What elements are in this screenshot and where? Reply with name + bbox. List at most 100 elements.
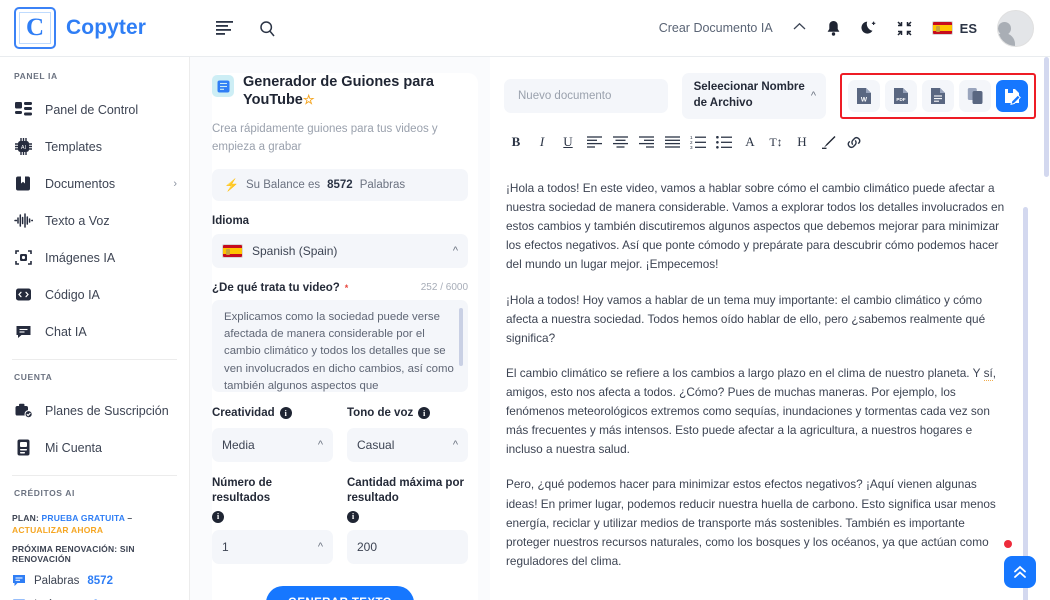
italic-button[interactable]: I <box>530 131 554 153</box>
sidebar-item-label: Código IA <box>45 287 100 302</box>
export-pdf-button[interactable]: PDF <box>885 80 917 112</box>
align-center-button[interactable] <box>608 131 632 153</box>
bold-button[interactable]: B <box>504 131 528 153</box>
language-switcher[interactable]: ES <box>931 21 977 36</box>
save-document-button[interactable] <box>996 80 1028 112</box>
document-name-input[interactable]: Nuevo documento <box>504 79 668 113</box>
credit-name: Palabras <box>34 574 80 587</box>
document-editor: Nuevo documento Seleecionar Nombre de Ar… <box>490 57 1050 600</box>
file-name-select[interactable]: Seleecionar Nombre de Archivo ^ <box>681 73 826 119</box>
align-left-button[interactable] <box>582 131 606 153</box>
svg-text:AI: AI <box>21 145 27 151</box>
plan-dash: – <box>127 513 133 523</box>
document-content[interactable]: ¡Hola a todos! En este video, vamos a ha… <box>490 163 1050 600</box>
header-right-group: Crear Documento IA ES <box>659 9 1050 47</box>
language-select[interactable]: Spanish (Spain) ^ <box>212 233 468 268</box>
sidebar-item-chat-ia[interactable]: Chat IA <box>0 313 189 350</box>
waveform-icon <box>14 211 33 230</box>
editor-scrollbar[interactable] <box>1023 207 1028 600</box>
sidebar-item-label: Mi Cuenta <box>45 440 102 455</box>
collapse-icon[interactable] <box>897 20 912 36</box>
id-card-icon <box>14 438 33 457</box>
save-edit-icon <box>1005 89 1021 105</box>
document-paragraph: El cambio climático se refiere a los cam… <box>506 365 997 457</box>
page-scrollbar[interactable] <box>1043 57 1050 600</box>
copy-document-button[interactable] <box>959 80 991 112</box>
highlight-button[interactable] <box>816 131 840 153</box>
sidebar-item-panel-de-control[interactable]: Panel de Control <box>0 91 189 128</box>
maxlen-input[interactable]: 200 <box>347 529 468 564</box>
chat-bubble-icon <box>12 574 26 588</box>
align-justify-button[interactable] <box>660 131 684 153</box>
sidebar-item-label: Panel de Control <box>45 102 139 117</box>
template-title-text: Generador de Guiones para YouTube <box>243 74 434 109</box>
export-word-button[interactable]: W <box>848 80 880 112</box>
font-color-button[interactable]: A <box>738 131 762 153</box>
document-paragraph: ¡Hola a todos! En este video, vamos a ha… <box>506 181 1005 272</box>
bell-icon[interactable] <box>826 20 841 37</box>
sidebar-item-documentos[interactable]: Documentos › <box>0 165 189 202</box>
template-subtitle: Crea rápidamente guiones para tus videos… <box>212 123 438 153</box>
page-scrollbar-thumb[interactable] <box>1044 57 1049 177</box>
unordered-list-button[interactable] <box>712 131 736 153</box>
svg-text:3: 3 <box>690 145 693 149</box>
prompt-label-text: ¿De qué trata tu video? <box>212 281 340 294</box>
scroll-to-top-button[interactable] <box>1004 556 1036 588</box>
language-select-value: Spanish (Spain) <box>252 243 338 258</box>
prompt-textarea[interactable]: Explicamos como la sociedad puede verse … <box>212 299 468 392</box>
chevron-up-icon[interactable] <box>793 22 806 34</box>
info-icon[interactable]: i <box>347 510 359 523</box>
chevron-up-icon: ^ <box>317 540 323 553</box>
chevron-up-icon: ^ <box>452 244 458 257</box>
format-toolbar: B I U 123 A T↕ H <box>490 127 1050 163</box>
underline-button[interactable]: U <box>556 131 580 153</box>
sidebar-item-mi-cuenta[interactable]: Mi Cuenta <box>0 429 189 466</box>
font-size-button[interactable]: T↕ <box>764 131 788 153</box>
pdf-file-icon: PDF <box>894 88 908 104</box>
sidebar-item-label: Documentos <box>45 176 116 191</box>
balance-banner: ⚡ Su Balance es 8572 Palabras <box>212 168 468 201</box>
ordered-list-button[interactable]: 123 <box>686 131 710 153</box>
sidebar-item-texto-a-voz[interactable]: Texto a Voz <box>0 202 189 239</box>
creativity-field: Creatividad i Media ^ <box>212 392 333 462</box>
template-header: Generador de Guiones para YouTube☆ <box>212 73 468 109</box>
generate-text-button[interactable]: GENERAR TEXTO <box>266 585 414 600</box>
info-icon[interactable]: i <box>279 407 292 420</box>
tone-label: Tono de voz i <box>347 406 468 421</box>
document-paragraph: Pero, ¿qué podemos hacer para minimizar … <box>506 477 996 568</box>
creativity-label-text: Creatividad <box>212 406 275 419</box>
plan-upgrade-link[interactable]: ACTUALIZAR AHORA <box>12 525 103 535</box>
creativity-tone-row: Creatividad i Media ^ Tono de voz i Casu… <box>212 392 468 462</box>
plan-prefix: PLAN: <box>12 513 39 523</box>
create-document-link[interactable]: Crear Documento IA <box>659 21 773 35</box>
sidebar-item-imagenes-ia[interactable]: Imágenes IA <box>0 239 189 276</box>
search-icon[interactable] <box>259 20 276 37</box>
moon-icon[interactable] <box>861 20 877 36</box>
top-header-bar: C Copyter Crear Documento IA ES <box>0 0 1050 57</box>
sidebar-item-codigo-ia[interactable]: Código IA <box>0 276 189 313</box>
results-label-text: Número de resultados <box>212 476 273 504</box>
sidebar-item-planes-de-suscripcion[interactable]: Planes de Suscripción <box>0 392 189 429</box>
align-right-button[interactable] <box>634 131 658 153</box>
star-outline-icon[interactable]: ☆ <box>303 92 315 107</box>
info-icon[interactable]: i <box>418 407 431 420</box>
list-menu-icon[interactable] <box>216 21 233 35</box>
brand-logo[interactable]: C Copyter <box>0 7 190 49</box>
results-select[interactable]: 1 ^ <box>212 529 333 564</box>
info-icon[interactable]: i <box>212 510 224 523</box>
tone-field: Tono de voz i Casual ^ <box>347 392 468 462</box>
text-file-icon <box>931 88 945 104</box>
results-select-value: 1 <box>222 539 229 554</box>
textarea-scrollbar[interactable] <box>459 307 463 366</box>
heading-button[interactable]: H <box>790 131 814 153</box>
user-avatar-icon[interactable] <box>997 9 1034 47</box>
creativity-select[interactable]: Media ^ <box>212 427 333 462</box>
sidebar-item-templates[interactable]: AI Templates <box>0 128 189 165</box>
tone-select[interactable]: Casual ^ <box>347 427 468 462</box>
maxlen-input-value: 200 <box>357 539 378 554</box>
balance-value: 8572 <box>327 178 353 191</box>
link-button[interactable] <box>842 131 866 153</box>
balance-prefix: Su Balance es <box>245 178 321 191</box>
creativity-label: Creatividad i <box>212 406 333 421</box>
export-text-button[interactable] <box>922 80 954 112</box>
